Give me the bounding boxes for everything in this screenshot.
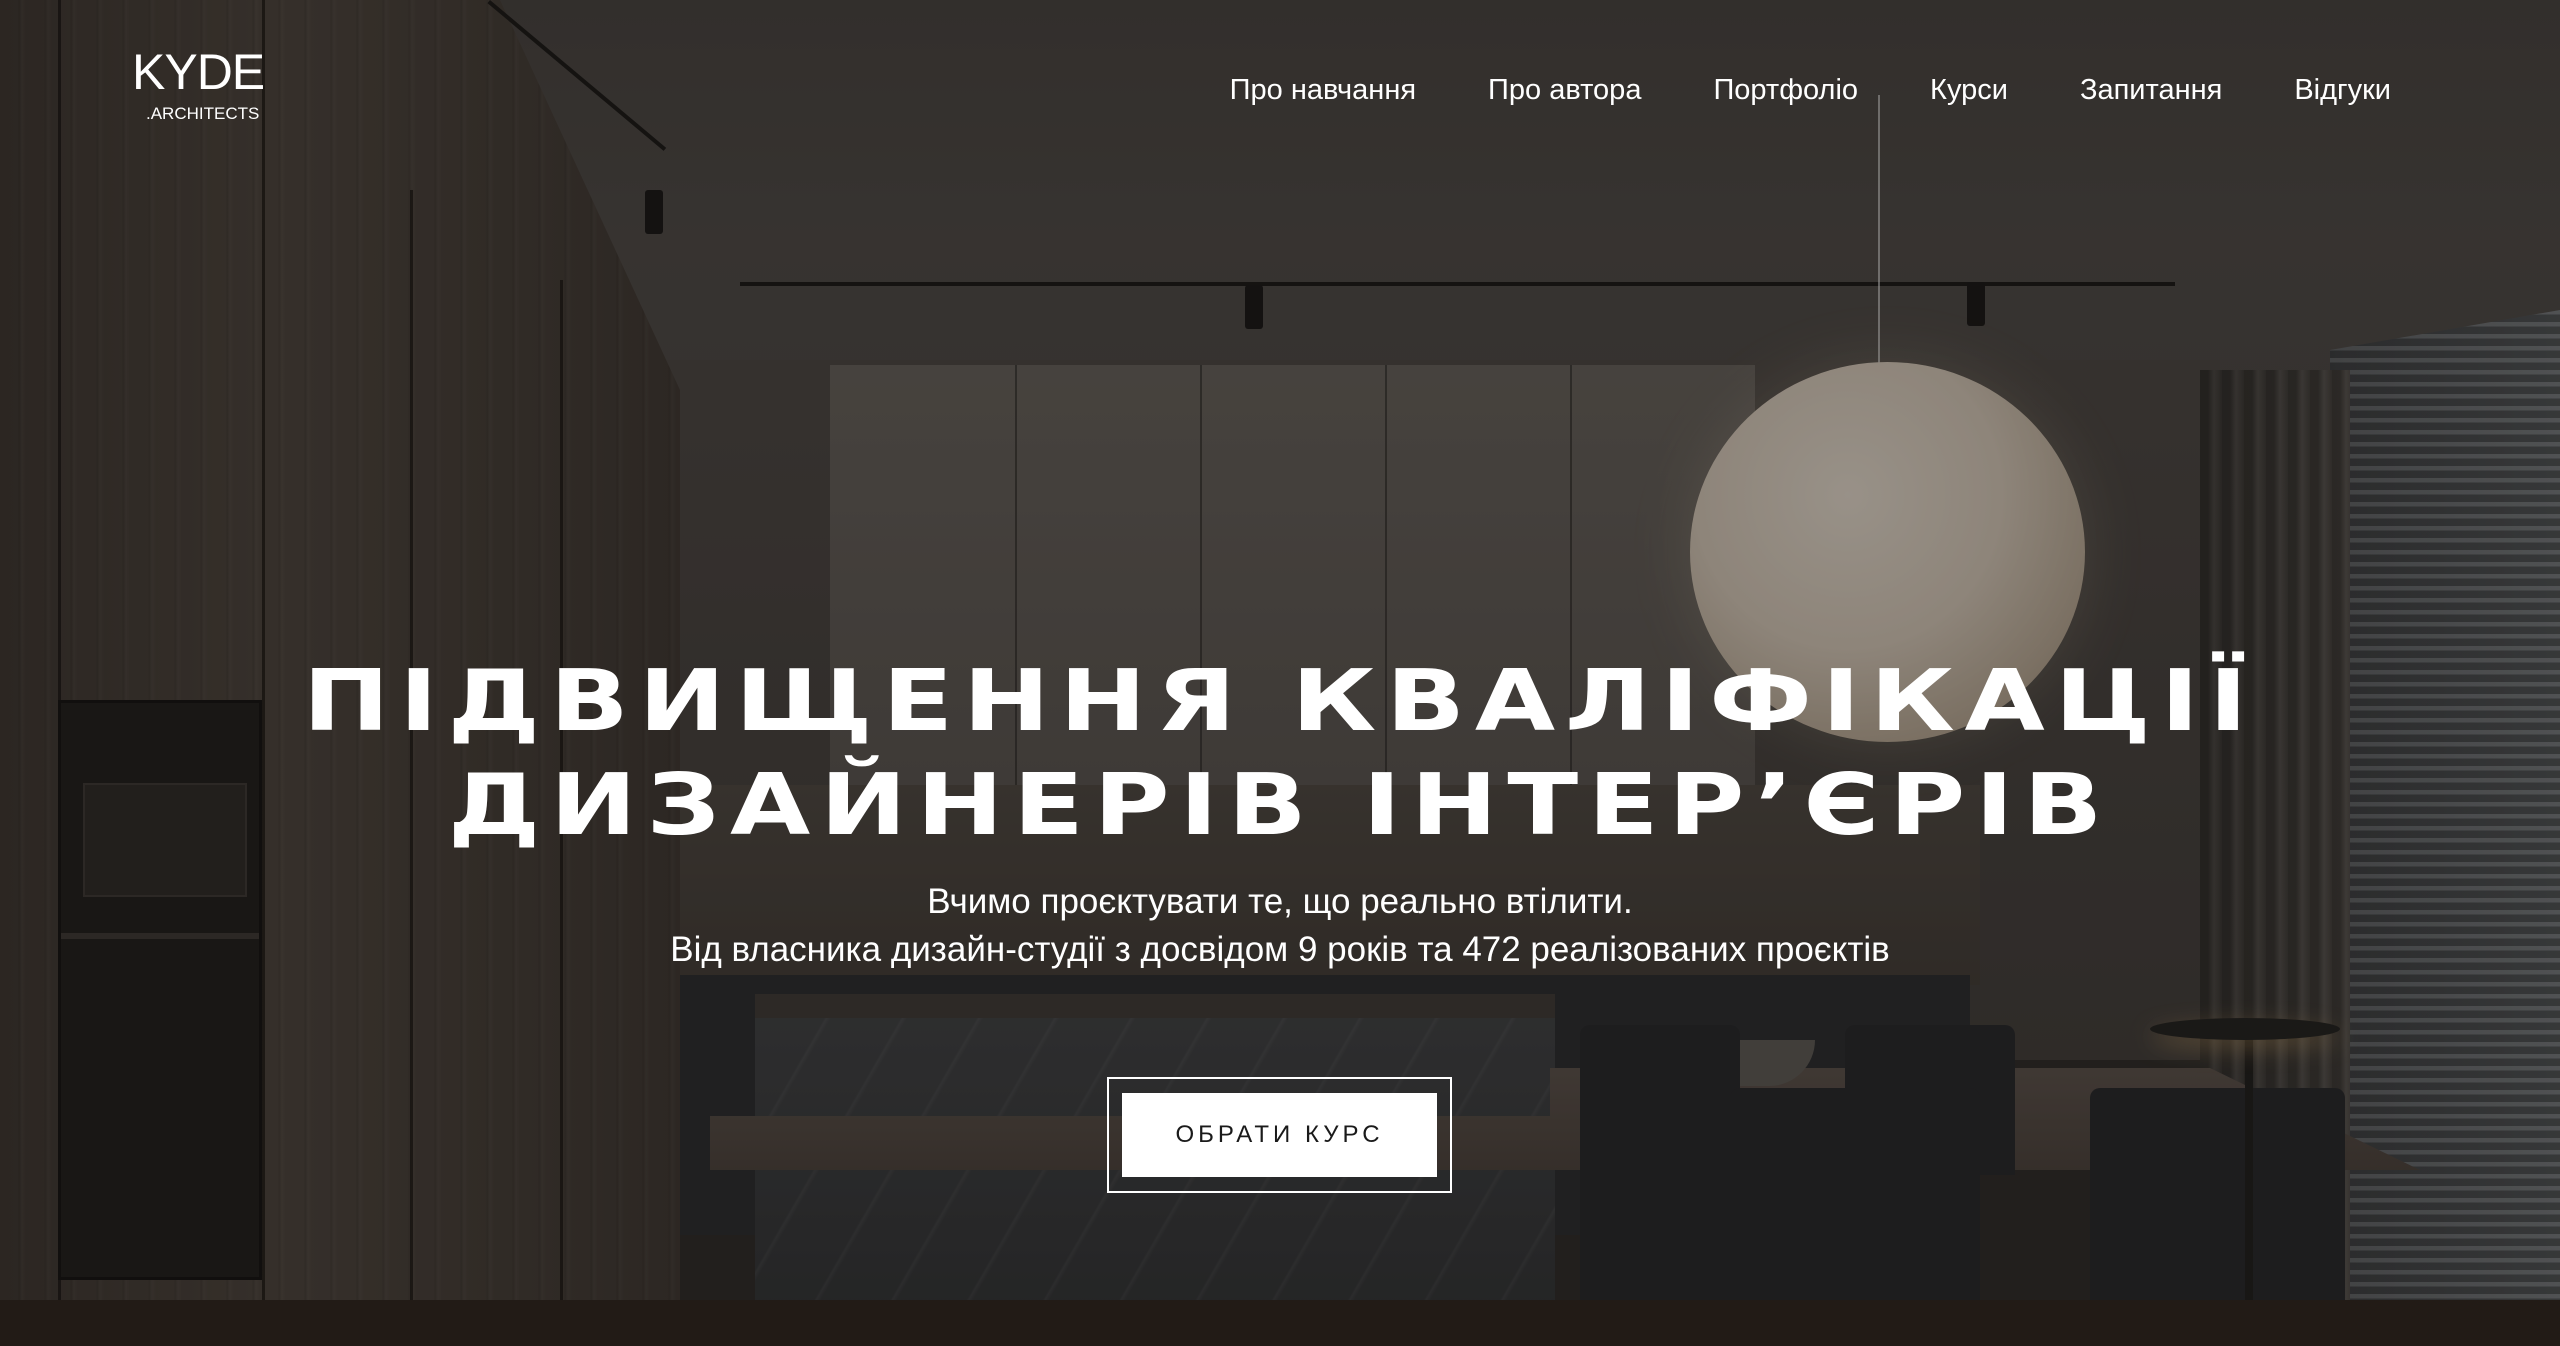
hero-title-line-1: ПІДВИЩЕННЯ КВАЛІФІКАЦІЇ [302,652,2258,751]
hero-title: ПІДВИЩЕННЯ КВАЛІФІКАЦІЇ ДИЗАЙНЕРІВ ІНТЕР… [0,650,2560,858]
main-nav: Про навчання Про автора Портфоліо Курси … [1230,70,2391,110]
nav-item-faq[interactable]: Запитання [2080,70,2222,110]
nav-item-about-training[interactable]: Про навчання [1230,70,1416,110]
landing-page: KYDE .ARCHITECTS Про навчання Про автора… [0,0,2560,1346]
hero-title-line-2: ДИЗАЙНЕРІВ ІНТЕР’ЄРІВ [447,756,2113,855]
choose-course-button[interactable]: ОБРАТИ КУРС [1122,1093,1437,1177]
nav-item-portfolio[interactable]: Портфоліо [1713,70,1858,110]
hero-subtitle-line-2: Від власника дизайн-студії з досвідом 9 … [670,930,1890,969]
nav-item-reviews[interactable]: Відгуки [2294,70,2391,110]
hero-subtitle: Вчимо проєктувати те, що реально втілити… [0,878,2560,974]
hero-subtitle-line-1: Вчимо проєктувати те, що реально втілити… [927,882,1633,921]
logo-subtitle: .ARCHITECTS [146,104,260,123]
logo-wordmark: KYDE [132,44,265,100]
nav-item-about-author[interactable]: Про автора [1488,70,1641,110]
logo[interactable]: KYDE .ARCHITECTS [132,46,292,136]
nav-item-courses[interactable]: Курси [1930,70,2008,110]
